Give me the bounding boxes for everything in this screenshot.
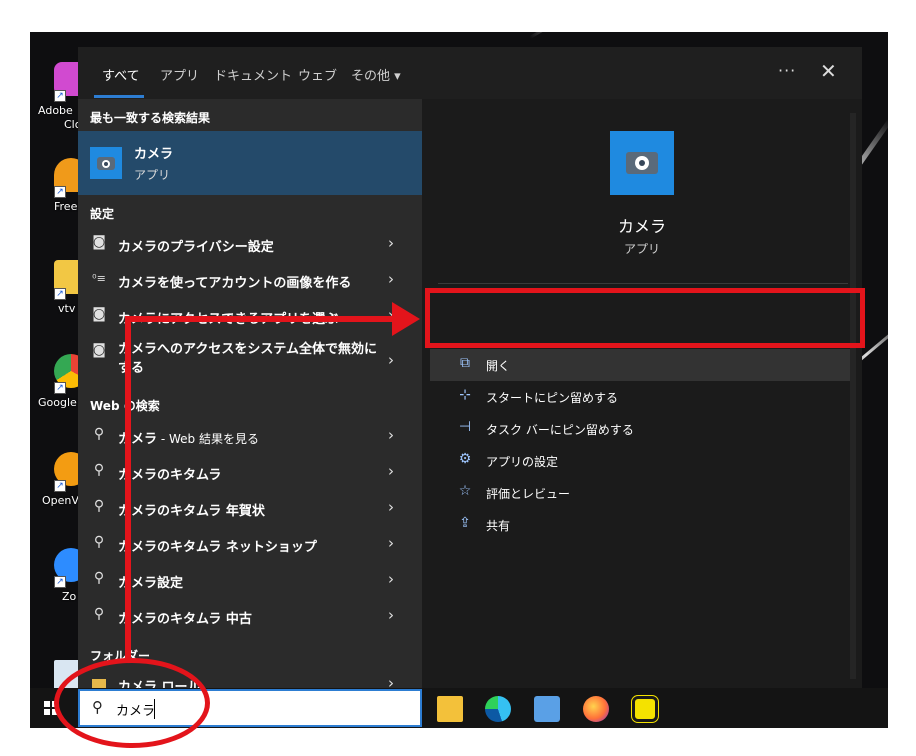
shortcut-arrow-icon: ↗	[54, 382, 66, 394]
settings-item[interactable]: ◙ カメラのプライバシー設定 ›	[78, 227, 422, 261]
account-icon: ⁰≡	[92, 272, 106, 285]
action-label: 評価とレビュー	[486, 487, 571, 501]
action-label: タスク バーにピン留めする	[486, 423, 634, 437]
shortcut-arrow-icon: ↗	[54, 480, 66, 492]
web-item-label: カメラ - Web 結果を見る	[118, 432, 259, 447]
chevron-right-icon[interactable]: ›	[388, 606, 394, 624]
share-icon: ⇪	[459, 515, 471, 531]
chevron-right-icon[interactable]: ›	[388, 674, 394, 689]
firefox-icon[interactable]	[583, 696, 609, 722]
pin-taskbar-icon: ⊣	[458, 419, 472, 435]
desktop-icon-label: OpenV	[42, 494, 79, 507]
action-label: 共有	[486, 519, 511, 533]
todo-icon[interactable]	[632, 696, 658, 722]
desktop-icon-label: Freel	[54, 200, 81, 213]
app-settings-action[interactable]: ⚙ アプリの設定	[430, 445, 850, 477]
tab-all[interactable]: すべて	[102, 65, 140, 84]
search-icon: ⚲	[93, 498, 105, 514]
search-icon: ⚲	[93, 570, 105, 586]
detail-subtitle: アプリ	[623, 242, 660, 256]
best-match-item[interactable]: カメラ アプリ	[78, 131, 422, 195]
shortcut-arrow-icon: ↗	[54, 186, 66, 198]
chevron-right-icon[interactable]: ›	[388, 270, 394, 288]
search-icon: ⚲	[93, 462, 105, 478]
desktop-icon-label: Google	[38, 396, 77, 409]
desktop-icon-label: vtv	[58, 302, 76, 315]
network-icon[interactable]	[534, 696, 560, 722]
shortcut-arrow-icon: ↗	[54, 576, 66, 588]
pin-taskbar-action[interactable]: ⊣ タスク バーにピン留めする	[430, 413, 850, 445]
action-label: アプリの設定	[486, 455, 559, 469]
tab-web[interactable]: ウェブ	[298, 65, 337, 84]
detail-divider	[438, 283, 848, 284]
settings-item[interactable]: ⁰≡ カメラを使ってアカウントの画像を作る ›	[78, 263, 422, 297]
search-icon: ⚲	[93, 426, 105, 442]
active-tab-indicator	[94, 95, 144, 98]
more-options-icon[interactable]: ···	[778, 61, 796, 80]
chevron-right-icon[interactable]: ›	[388, 462, 394, 480]
file-explorer-icon[interactable]	[437, 696, 463, 722]
camera-app-large-icon	[610, 131, 674, 195]
action-label: スタートにピン留めする	[486, 391, 619, 405]
shortcut-arrow-icon: ↗	[54, 288, 66, 300]
edge-icon[interactable]	[485, 696, 511, 722]
chevron-right-icon[interactable]: ›	[388, 570, 394, 588]
annotation-arrowhead	[392, 302, 420, 336]
chevron-right-icon[interactable]: ›	[388, 234, 394, 252]
best-match-subtitle: アプリ	[134, 168, 171, 182]
chevron-right-icon[interactable]: ›	[388, 534, 394, 552]
shortcut-arrow-icon: ↗	[54, 90, 66, 102]
settings-item-label: カメラへのアクセスをシステム全体で無効にする	[118, 342, 377, 376]
tab-more[interactable]: その他 ▾	[351, 65, 401, 84]
desktop-icon-label: Zo	[62, 590, 77, 603]
rate-review-action[interactable]: ☆ 評価とレビュー	[430, 477, 850, 509]
wallpaper-streak	[529, 32, 635, 39]
detail-title: カメラ	[617, 217, 666, 236]
scrollbar[interactable]	[850, 113, 856, 679]
settings-header: 設定	[90, 207, 115, 221]
close-icon[interactable]: ✕	[820, 59, 837, 83]
annotation-ellipse	[54, 658, 210, 748]
web-item-label: カメラのキタムラ 中古	[118, 612, 252, 627]
search-icon: ⚲	[93, 534, 105, 550]
search-tabs: すべて アプリ ドキュメント ウェブ その他 ▾ ··· ✕	[78, 47, 862, 99]
share-action[interactable]: ⇪ 共有	[430, 509, 850, 541]
web-item-label: カメラのキタムラ	[118, 468, 222, 483]
search-icon: ⚲	[93, 606, 105, 622]
best-match-title: カメラ	[134, 147, 174, 162]
annotation-line-vertical	[125, 318, 131, 662]
action-label: 開く	[486, 359, 511, 373]
detail-pane: カメラ アプリ ⧉ 開く ⊹ スタートにピン留めする ⊣ タスク バーにピン留め…	[422, 99, 862, 689]
camera-app-icon	[90, 147, 122, 179]
pin-start-action[interactable]: ⊹ スタートにピン留めする	[430, 381, 850, 413]
web-item-label: カメラのキタムラ 年賀状	[118, 504, 265, 519]
open-icon: ⧉	[460, 355, 470, 371]
search-panel: すべて アプリ ドキュメント ウェブ その他 ▾ ··· ✕ 最も一致する検索結…	[78, 47, 862, 689]
annotation-line-horizontal	[125, 316, 395, 322]
settings-item-label: カメラを使ってアカウントの画像を作る	[118, 276, 352, 291]
settings-item-label: カメラのプライバシー設定	[118, 240, 274, 255]
tab-documents[interactable]: ドキュメント	[214, 65, 292, 84]
chevron-right-icon[interactable]: ›	[388, 351, 394, 369]
annotation-box	[425, 288, 865, 348]
pin-icon: ⊹	[459, 387, 471, 403]
tab-apps[interactable]: アプリ	[160, 65, 199, 84]
camera-outline-icon: ◙	[92, 234, 106, 250]
chevron-right-icon[interactable]: ›	[388, 426, 394, 444]
camera-outline-icon: ◙	[92, 306, 106, 322]
camera-outline-icon: ◙	[92, 342, 106, 358]
web-item-label: カメラのキタムラ ネットショップ	[118, 540, 317, 555]
chevron-right-icon[interactable]: ›	[388, 498, 394, 516]
desktop-icon-label: Adobe	[38, 104, 73, 117]
gear-icon: ⚙	[458, 451, 472, 467]
star-icon: ☆	[458, 483, 472, 499]
open-action[interactable]: ⧉ 開く	[430, 349, 850, 381]
best-match-header: 最も一致する検索結果	[90, 111, 211, 125]
